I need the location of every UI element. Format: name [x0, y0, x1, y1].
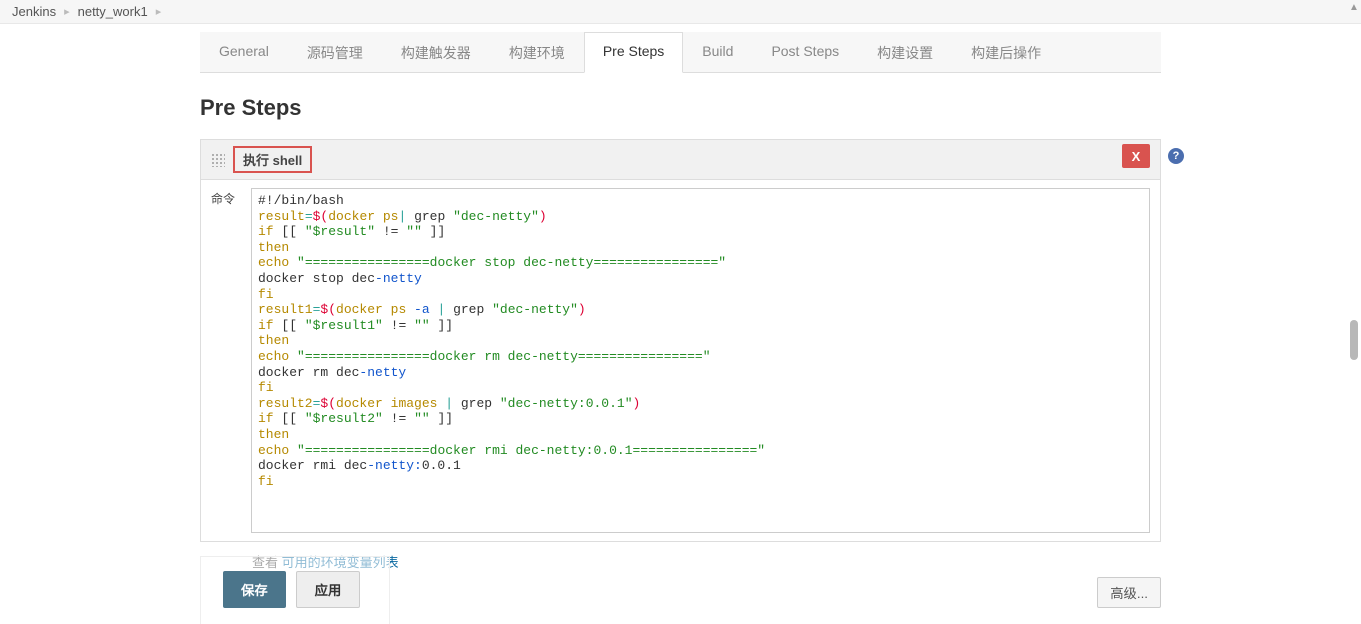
tab-postactions[interactable]: 构建后操作 [952, 32, 1060, 73]
command-label: 命令 [211, 188, 251, 533]
breadcrumb: Jenkins ▸ netty_work1 ▸ [0, 0, 1361, 24]
main-content: General源码管理构建触发器构建环境Pre StepsBuildPost S… [200, 24, 1161, 608]
tab-presteps[interactable]: Pre Steps [584, 32, 683, 73]
tab-general[interactable]: General [200, 32, 288, 73]
tab-poststeps[interactable]: Post Steps [752, 32, 858, 73]
bottom-action-bar: 保存 应用 [200, 556, 390, 624]
step-header: 执行 shell X [201, 140, 1160, 180]
chevron-right-icon: ▸ [64, 5, 70, 18]
command-textarea[interactable]: #!/bin/bashresult=$(docker ps| grep "dec… [251, 188, 1150, 533]
breadcrumb-root[interactable]: Jenkins [12, 4, 56, 19]
scrollbar-thumb[interactable] [1350, 320, 1358, 360]
delete-step-button[interactable]: X [1122, 144, 1150, 168]
advanced-button[interactable]: 高级... [1097, 577, 1161, 608]
page-title: Pre Steps [200, 95, 1161, 121]
shell-step-block: 执行 shell X ? 命令 #!/bin/bashresult=$(dock… [200, 139, 1161, 542]
tab-triggers[interactable]: 构建触发器 [382, 32, 490, 73]
breadcrumb-project[interactable]: netty_work1 [78, 4, 148, 19]
step-body: 命令 #!/bin/bashresult=$(docker ps| grep "… [201, 180, 1160, 541]
drag-handle-icon[interactable] [211, 153, 225, 167]
chevron-right-icon: ▸ [156, 5, 162, 18]
apply-button[interactable]: 应用 [296, 571, 361, 608]
tab-env[interactable]: 构建环境 [490, 32, 584, 73]
tab-scm[interactable]: 源码管理 [288, 32, 382, 73]
config-tabs: General源码管理构建触发器构建环境Pre StepsBuildPost S… [200, 32, 1161, 73]
scroll-up-icon[interactable]: ▲ [1347, 0, 1361, 14]
tab-settings[interactable]: 构建设置 [858, 32, 952, 73]
help-icon[interactable]: ? [1168, 148, 1184, 164]
step-type-label: 执行 shell [233, 146, 312, 173]
tab-build[interactable]: Build [683, 32, 752, 73]
save-button[interactable]: 保存 [223, 571, 286, 608]
